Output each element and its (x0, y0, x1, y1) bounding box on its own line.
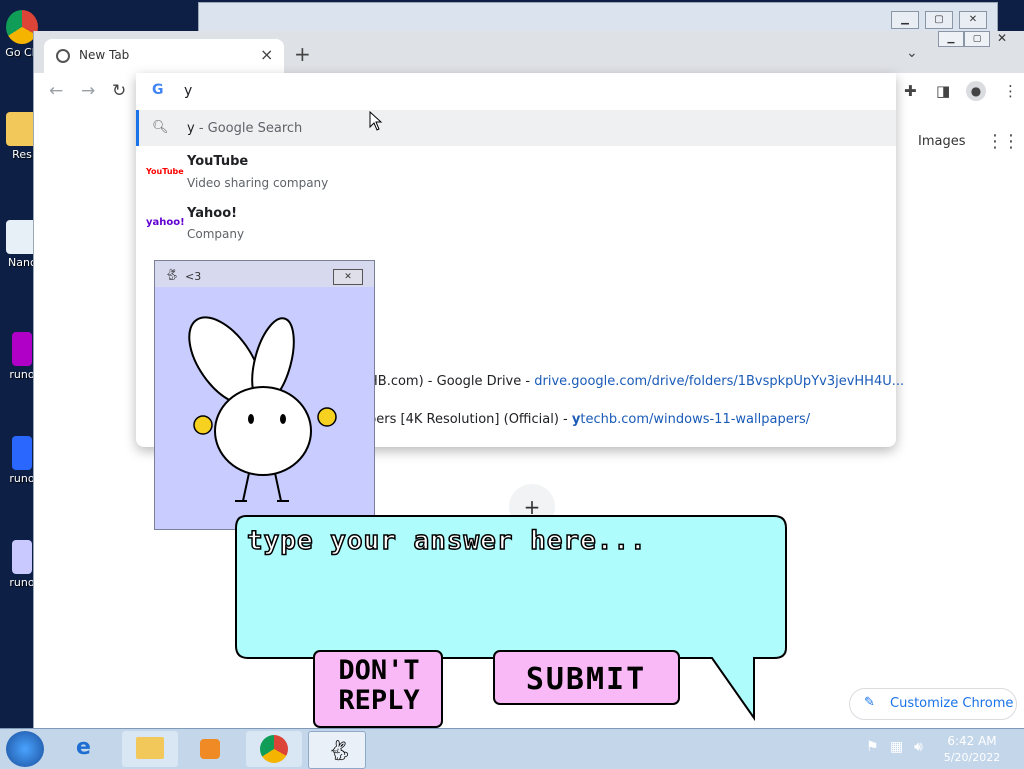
bunny-app-icon (12, 540, 32, 574)
extensions-puzzle-icon[interactable]: ✚ (904, 82, 917, 100)
chrome-icon (260, 735, 288, 763)
minimize-button[interactable]: ▁ (891, 11, 919, 29)
suggestion-history-drive[interactable]: HB.com) - Google Drive - drive.google.co… (368, 374, 904, 389)
suggestion-history-wallpapers[interactable]: pers [4K Resolution] (Official) - ytechb… (368, 412, 810, 427)
reload-icon[interactable]: ↻ (112, 81, 126, 101)
bunny-close-button[interactable]: ✕ (333, 269, 363, 285)
taskbar-file-explorer[interactable] (122, 731, 178, 767)
answer-input[interactable]: type your answer here... (246, 525, 647, 557)
start-button[interactable] (6, 731, 44, 767)
more-menu-icon[interactable]: ⋮ (1003, 82, 1018, 100)
profile-avatar-icon[interactable]: ● (966, 81, 986, 101)
suggestion-subtitle: Video sharing company (187, 176, 329, 190)
side-panel-icon[interactable]: ◨ (936, 82, 950, 100)
omnibox-input[interactable] (184, 81, 834, 101)
volume-icon[interactable]: 🔊︎ (914, 739, 923, 755)
forward-arrow-icon[interactable]: → (81, 81, 95, 101)
taskbar-media-player[interactable] (182, 731, 238, 767)
youtube-logo-icon: YouTube (146, 167, 184, 176)
tab-title: New Tab (79, 48, 130, 62)
title-match: Y (187, 154, 196, 169)
chrome-favicon-icon (56, 49, 70, 63)
tab-close-icon[interactable]: × (260, 45, 273, 64)
tab-new-tab[interactable]: New Tab × (44, 39, 284, 73)
bunny-window-title: <3 (185, 270, 202, 283)
history-sep: - (521, 374, 535, 389)
history-url: techb.com/windows-11-wallpapers/ (580, 412, 811, 427)
clock-date[interactable]: 5/20/2022 (940, 751, 1004, 764)
submit-label: SUBMIT (525, 662, 647, 697)
title-match: Y (187, 206, 196, 221)
suggestion-text: y - Google Search (187, 121, 302, 136)
network-icon[interactable]: ▦ (890, 739, 903, 755)
media-player-icon (200, 739, 220, 759)
folder-icon (136, 737, 164, 759)
action-center-flag-icon[interactable]: ⚑ (866, 739, 879, 755)
history-title: pers [4K Resolution] (Official) (368, 412, 559, 427)
suggestion-rest: - Google Search (194, 121, 303, 136)
title-rest: ouTube (195, 154, 249, 169)
search-icon: 🔍︎ (152, 120, 169, 135)
bunny-app-icon: 🐇︎ (327, 738, 353, 762)
internet-explorer-icon: e (76, 735, 91, 760)
maximize-button[interactable]: ▢ (925, 11, 953, 29)
suggestion-yahoo[interactable]: yahoo! Yahoo! Company (136, 200, 896, 248)
google-g-icon: G (152, 82, 164, 98)
taskbar-chrome[interactable] (246, 731, 302, 767)
suggestion-google-search[interactable]: 🔍︎ y - Google Search (136, 110, 896, 146)
history-sep: - (558, 412, 572, 427)
bunny-titlebar[interactable]: 🐇︎ <3 ✕ (155, 261, 374, 287)
taskbar: e 🐇︎ ⚑ ▦ 🔊︎ 6:42 AM 5/20/2022 (0, 728, 1024, 769)
suggestion-youtube[interactable]: YouTube YouTube Video sharing company (136, 149, 896, 197)
yahoo-logo-icon: yahoo! (146, 217, 185, 228)
clock-time[interactable]: 6:42 AM (940, 734, 1004, 748)
suggestion-subtitle: Company (187, 227, 245, 241)
history-title: HB.com) - Google Drive (368, 374, 522, 389)
tab-strip: New Tab × + ⌄ ▁ ▢ ✕ (34, 31, 1024, 73)
omnibox-input-row: G (136, 73, 896, 109)
bunny-window: 🐇︎ <3 ✕ (154, 260, 375, 530)
mouse-cursor-icon (369, 111, 383, 131)
new-tab-button[interactable]: + (294, 44, 311, 64)
chrome-restore-button[interactable]: ▢ (964, 31, 990, 47)
google-apps-grid-icon[interactable]: ⋮⋮ (986, 131, 1020, 152)
bunny-app-icon (12, 332, 32, 366)
customize-chrome-button[interactable]: ✎ Customize Chrome (849, 688, 1017, 720)
chrome-minimize-button[interactable]: ▁ (938, 31, 964, 47)
suggestion-typed: y (187, 121, 195, 136)
dont-reply-label: DON'T REPLY (338, 655, 420, 716)
history-url: drive.google.com/drive/folders/1BvspkpUp… (534, 374, 905, 389)
bunny-illustration (163, 291, 366, 523)
suggestion-title: YouTube (187, 154, 248, 169)
suggestion-title: Yahoo! (187, 206, 237, 221)
title-rest: ahoo! (195, 206, 238, 221)
close-button[interactable]: ✕ (959, 11, 987, 29)
taskbar-internet-explorer[interactable]: e (62, 731, 118, 767)
pencil-icon: ✎ (864, 695, 875, 710)
chrome-close-button[interactable]: ✕ (990, 31, 1014, 45)
customize-chrome-label: Customize Chrome (890, 696, 1014, 711)
back-arrow-icon[interactable]: ← (49, 81, 63, 101)
tab-search-chevron-icon[interactable]: ⌄ (906, 45, 918, 61)
bunny-small-icon: 🐇︎ (165, 268, 179, 281)
bunny-app-icon (12, 436, 32, 470)
taskbar-bunny-app[interactable]: 🐇︎ (308, 731, 366, 769)
ntp-images-link[interactable]: Images (918, 134, 966, 149)
